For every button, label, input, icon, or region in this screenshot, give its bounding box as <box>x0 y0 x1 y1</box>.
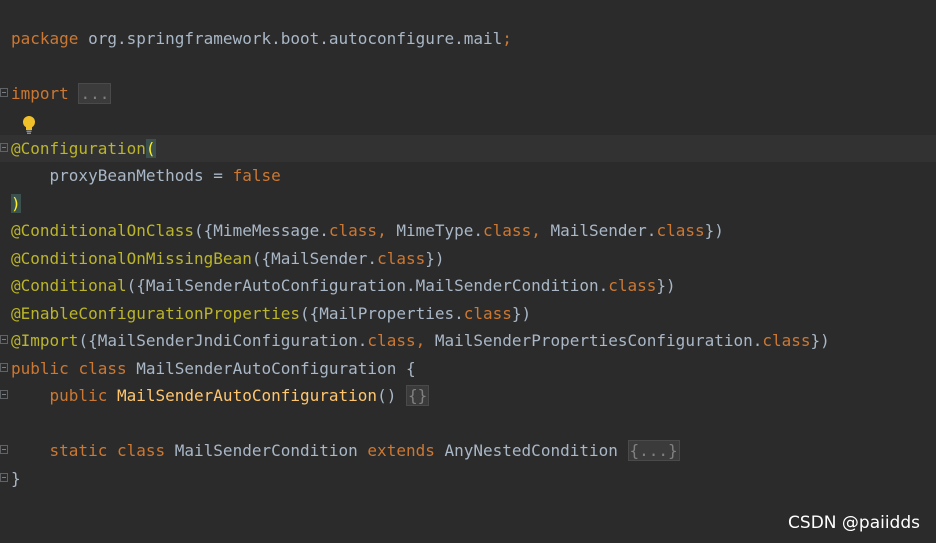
fold-marker-icon[interactable] <box>0 335 8 344</box>
code-line[interactable]: package org.springframework.boot.autocon… <box>0 25 936 52</box>
code-token: }) <box>425 249 445 268</box>
code-token: , <box>531 221 551 240</box>
code-line[interactable]: @Import({MailSenderJndiConfiguration.cla… <box>0 327 936 354</box>
code-token: false <box>232 166 281 185</box>
fold-marker-icon[interactable] <box>0 445 8 454</box>
code-token: }) <box>511 304 532 323</box>
code-text: @ConditionalOnMissingBean({MailSender.cl… <box>11 245 445 272</box>
code-line[interactable] <box>0 410 936 437</box>
folded-region[interactable]: ... <box>78 83 112 104</box>
code-line[interactable]: proxyBeanMethods = false <box>0 162 936 189</box>
code-line[interactable]: @ConditionalOnClass({MimeMessage.class, … <box>0 217 936 244</box>
code-line[interactable]: @EnableConfigurationProperties({MailProp… <box>0 300 936 327</box>
code-text: ) <box>11 190 21 217</box>
watermark: CSDN @paiidds <box>788 513 920 533</box>
code-line[interactable]: public class MailSenderAutoConfiguration… <box>0 355 936 382</box>
code-token: ({MailSenderAutoConfiguration.MailSender… <box>126 276 609 295</box>
code-token: ( <box>145 139 156 158</box>
code-line[interactable] <box>0 107 936 134</box>
code-text: proxyBeanMethods = false <box>11 162 281 189</box>
code-token: class <box>328 221 378 240</box>
code-token: @Import <box>11 331 79 350</box>
code-token: class <box>463 304 512 323</box>
code-token: class <box>367 331 416 350</box>
code-token: @EnableConfigurationProperties <box>11 304 300 323</box>
code-token: MailSenderCondition <box>174 441 368 460</box>
code-token: class <box>608 276 657 295</box>
fold-marker-icon[interactable] <box>0 143 8 152</box>
code-token: ) <box>11 194 21 213</box>
code-token: ; <box>502 29 512 48</box>
code-line[interactable]: @Configuration( <box>0 135 936 162</box>
code-token: MailSenderAutoConfiguration { <box>136 359 416 378</box>
code-line[interactable]: @Conditional({MailSenderAutoConfiguratio… <box>0 272 936 299</box>
code-line[interactable]: public MailSenderAutoConfiguration() {} <box>0 382 936 409</box>
code-text: @EnableConfigurationProperties({MailProp… <box>11 300 531 327</box>
code-text: import ... <box>11 80 112 107</box>
fold-marker-icon[interactable] <box>0 390 8 399</box>
code-line[interactable] <box>0 52 936 79</box>
code-token: public <box>11 386 117 405</box>
code-token: , <box>415 331 435 350</box>
code-token: class <box>483 221 532 240</box>
code-editor[interactable]: package org.springframework.boot.autocon… <box>0 0 936 543</box>
code-token: @ConditionalOnMissingBean <box>11 249 252 268</box>
code-text: package org.springframework.boot.autocon… <box>11 25 512 52</box>
fold-marker-icon[interactable] <box>0 363 8 372</box>
code-token: package <box>11 29 89 48</box>
code-token: class <box>762 331 811 350</box>
code-token: extends <box>367 441 445 460</box>
code-token: }) <box>656 276 676 295</box>
folded-region[interactable]: {} <box>405 385 430 406</box>
code-token: @Configuration <box>11 139 146 158</box>
code-token: org.springframework.boot.autoconfigure.m… <box>88 29 503 48</box>
code-token: @ConditionalOnClass <box>11 221 195 240</box>
code-text: public class MailSenderAutoConfiguration… <box>11 355 416 382</box>
code-token: MailSenderPropertiesConfiguration. <box>434 331 763 350</box>
code-token: ({MimeMessage. <box>194 221 329 240</box>
code-line[interactable]: import ... <box>0 80 936 107</box>
code-text: static class MailSenderCondition extends… <box>11 437 680 464</box>
code-token: MailSenderAutoConfiguration <box>116 386 378 405</box>
code-text: @ConditionalOnClass({MimeMessage.class, … <box>11 217 724 244</box>
code-token: ({MailSenderJndiConfiguration. <box>78 331 368 350</box>
code-token: proxyBeanMethods = <box>11 166 233 185</box>
code-token: MailSender. <box>550 221 657 240</box>
code-token: }) <box>810 331 830 350</box>
fold-marker-icon[interactable] <box>0 473 8 482</box>
code-token: AnyNestedCondition <box>444 441 628 460</box>
code-line[interactable]: static class MailSenderCondition extends… <box>0 437 936 464</box>
code-token: static <box>11 441 117 460</box>
code-token: public <box>11 359 79 378</box>
code-token: class <box>116 441 175 460</box>
fold-marker-icon[interactable] <box>0 88 8 97</box>
code-line[interactable]: ) <box>0 190 936 217</box>
code-token: ({MailSender. <box>251 249 378 268</box>
code-text: } <box>11 465 21 492</box>
code-line[interactable]: } <box>0 465 936 492</box>
code-text: @Configuration( <box>11 135 156 162</box>
code-token: () <box>377 386 406 405</box>
code-token: class <box>377 249 426 268</box>
folded-region[interactable]: {...} <box>627 440 680 461</box>
code-line[interactable]: @ConditionalOnMissingBean({MailSender.cl… <box>0 245 936 272</box>
code-token: }) <box>704 221 724 240</box>
code-token: MimeType. <box>396 221 484 240</box>
code-token: ({MailProperties. <box>299 304 464 323</box>
code-token: } <box>11 469 21 488</box>
code-text: public MailSenderAutoConfiguration() {} <box>11 382 430 409</box>
code-text: @Import({MailSenderJndiConfiguration.cla… <box>11 327 830 354</box>
code-token: import <box>11 84 79 103</box>
lightbulb-icon[interactable] <box>20 115 38 135</box>
code-text: @Conditional({MailSenderAutoConfiguratio… <box>11 272 676 299</box>
code-token: class <box>78 359 137 378</box>
code-token: class <box>656 221 705 240</box>
code-token: @Conditional <box>11 276 127 295</box>
code-token: , <box>377 221 397 240</box>
